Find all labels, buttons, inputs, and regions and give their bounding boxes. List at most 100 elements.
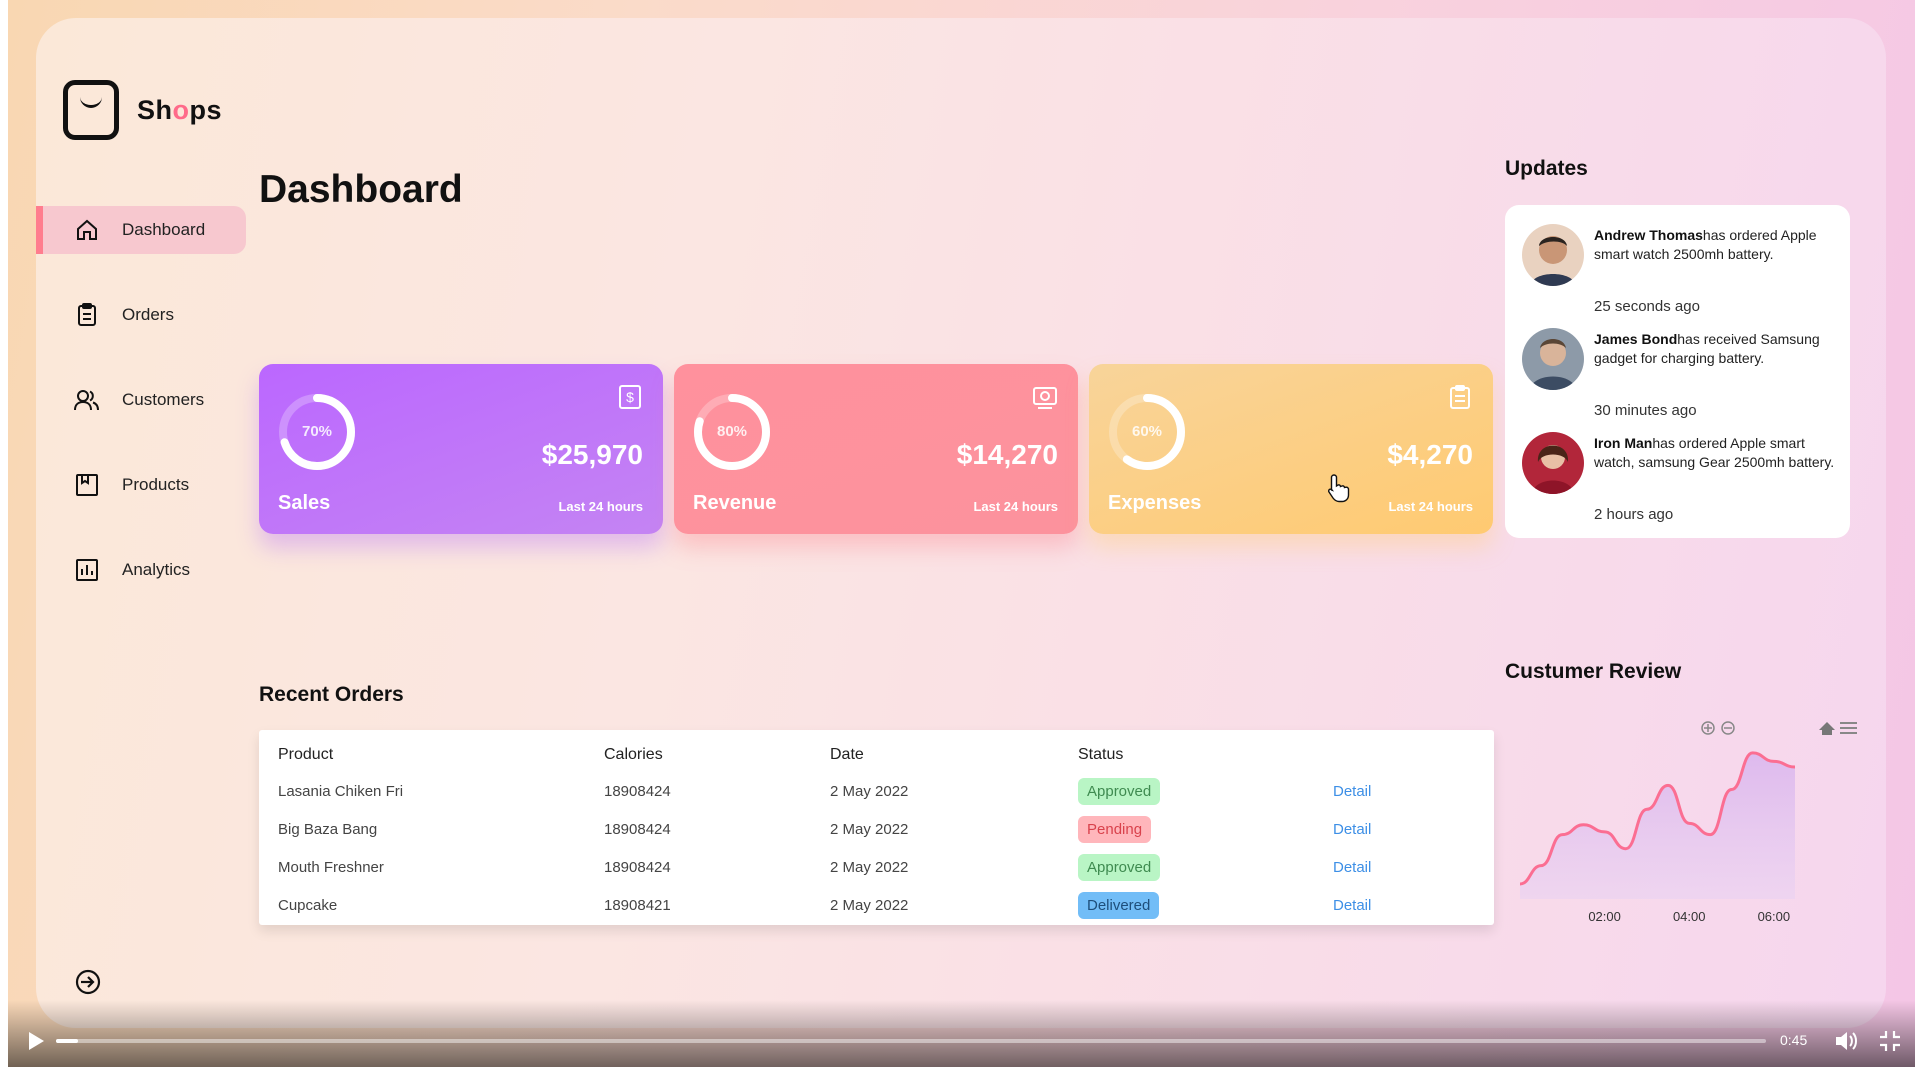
detail-link[interactable]: Detail — [1333, 859, 1371, 876]
home-icon[interactable] — [1819, 722, 1835, 735]
sign-out-icon[interactable] — [74, 968, 104, 998]
status-cell: Approved — [1078, 772, 1333, 810]
update-name: James Bond — [1594, 331, 1678, 347]
table-row: Mouth Freshner 18908424 2 May 2022 Appro… — [259, 848, 1494, 886]
revenue-value: $14,270 — [956, 439, 1058, 470]
menu-icon[interactable] — [1840, 722, 1857, 734]
sidebar-item-label: Analytics — [122, 560, 191, 579]
avatar — [1522, 328, 1584, 390]
table-row: Big Baza Bang 18908424 2 May 2022 Pendin… — [259, 810, 1494, 848]
revenue-percent: 80% — [716, 423, 748, 440]
expenses-period: Last 24 hours — [1388, 499, 1473, 514]
table-row: Cupcake 18908421 2 May 2022 Delivered De… — [259, 886, 1494, 924]
revenue-label: Revenue — [693, 492, 777, 514]
play-icon[interactable] — [26, 1030, 46, 1052]
recent-orders-title: Recent Orders — [259, 683, 404, 706]
table-header-row: Product Calories Date Status — [259, 730, 1494, 772]
column-header-calories: Calories — [604, 746, 663, 763]
calories-cell: 18908421 — [604, 896, 671, 914]
status-cell: Approved — [1078, 848, 1333, 886]
x-tick-label: 06:00 — [1758, 909, 1791, 924]
updates-title: Updates — [1505, 157, 1588, 180]
date-cell: 2 May 2022 — [830, 820, 909, 838]
customer-review-chart: 02:00 04:00 06:00 — [1505, 706, 1860, 936]
expenses-card[interactable]: 60% $4,270 Expenses Last 24 hours — [1089, 364, 1493, 534]
update-time: 2 hours ago — [1594, 506, 1674, 523]
video-time: 0:45 — [1780, 1032, 1808, 1048]
users-icon — [74, 387, 100, 413]
review-chart-svg: 02:00 04:00 06:00 — [1519, 721, 1857, 924]
status-cell: Pending — [1078, 810, 1333, 848]
sidebar-item-products[interactable]: Products — [36, 461, 246, 509]
x-tick-label: 02:00 — [1588, 909, 1621, 924]
calories-cell: 18908424 — [604, 820, 671, 838]
product-box-icon — [74, 472, 100, 498]
calories-cell: 18908424 — [604, 782, 671, 800]
sidebar-item-label: Dashboard — [122, 220, 206, 239]
clipboard-icon — [74, 302, 100, 328]
update-name: Iron Man — [1594, 435, 1653, 451]
detail-link[interactable]: Detail — [1333, 821, 1371, 838]
update-time: 25 seconds ago — [1594, 298, 1700, 315]
zoom-out-icon[interactable] — [1721, 721, 1735, 735]
update-message: James Bondhas received Samsung gadget fo… — [1594, 330, 1839, 368]
status-badge: Approved — [1078, 853, 1161, 881]
brand-name: Shops — [137, 94, 223, 125]
sidebar-item-label: Orders — [122, 305, 174, 324]
money-icon — [1032, 384, 1058, 410]
sidebar-item-analytics[interactable]: Analytics — [36, 546, 246, 594]
sidebar-item-customers[interactable]: Customers — [36, 376, 246, 424]
status-badge: Delivered — [1078, 891, 1160, 919]
brand-logo: Shops — [63, 80, 222, 140]
clipboard-icon — [1447, 384, 1473, 410]
volume-icon[interactable] — [1833, 1028, 1859, 1054]
revenue-card[interactable]: 80% $14,270 Revenue Last 24 hours — [674, 364, 1078, 534]
detail-link[interactable]: Detail — [1333, 897, 1371, 914]
action-cell: Detail — [1333, 772, 1494, 810]
video-controls: 0:45 — [8, 1000, 1915, 1067]
sales-period: Last 24 hours — [558, 499, 643, 514]
date-cell: 2 May 2022 — [830, 782, 909, 800]
sales-percent: 70% — [301, 423, 333, 440]
home-icon — [74, 217, 100, 243]
customer-review-title: Custumer Review — [1505, 660, 1682, 683]
fullscreen-exit-icon[interactable] — [1878, 1029, 1902, 1053]
column-header-status: Status — [1078, 746, 1124, 763]
zoom-in-icon[interactable] — [1701, 721, 1715, 735]
column-header-action — [1333, 730, 1494, 772]
expenses-label: Expenses — [1108, 492, 1202, 514]
sales-label: Sales — [278, 492, 331, 514]
video-progress-bar[interactable] — [56, 1039, 1766, 1043]
status-badge: Approved — [1078, 777, 1161, 805]
updates-panel: Andrew Thomashas ordered Apple smart wat… — [1505, 205, 1850, 538]
update-message: Iron Manhas ordered Apple smart watch, s… — [1594, 434, 1839, 472]
action-cell: Detail — [1333, 886, 1494, 924]
expenses-percent: 60% — [1131, 423, 1163, 440]
bar-chart-icon — [74, 557, 100, 583]
page-title: Dashboard — [259, 168, 463, 211]
sales-card[interactable]: 70% $25,970 Sales Last 24 hours $ — [259, 364, 663, 534]
dollar-icon: $ — [617, 384, 643, 410]
column-header-date: Date — [830, 746, 864, 763]
avatar — [1522, 432, 1584, 494]
update-message: Andrew Thomashas ordered Apple smart wat… — [1594, 226, 1839, 264]
status-badge: Pending — [1078, 815, 1152, 843]
action-cell: Detail — [1333, 848, 1494, 886]
date-cell: 2 May 2022 — [830, 896, 909, 914]
action-cell: Detail — [1333, 810, 1494, 848]
calories-cell: 18908424 — [604, 858, 671, 876]
sidebar-item-label: Products — [122, 475, 190, 494]
expenses-value: $4,270 — [1387, 439, 1473, 470]
status-cell: Delivered — [1078, 886, 1333, 924]
video-progress-fill — [56, 1039, 79, 1043]
review-area — [1520, 752, 1795, 899]
product-cell: Cupcake — [278, 896, 338, 914]
shopping-bag-icon — [63, 80, 119, 140]
product-cell: Big Baza Bang — [278, 820, 378, 838]
sidebar-item-dashboard[interactable]: Dashboard — [36, 206, 246, 254]
date-cell: 2 May 2022 — [830, 858, 909, 876]
hand-cursor-icon — [1326, 473, 1352, 503]
detail-link[interactable]: Detail — [1333, 783, 1371, 800]
sidebar-item-orders[interactable]: Orders — [36, 291, 246, 339]
product-cell: Lasania Chiken Fri — [278, 782, 404, 800]
